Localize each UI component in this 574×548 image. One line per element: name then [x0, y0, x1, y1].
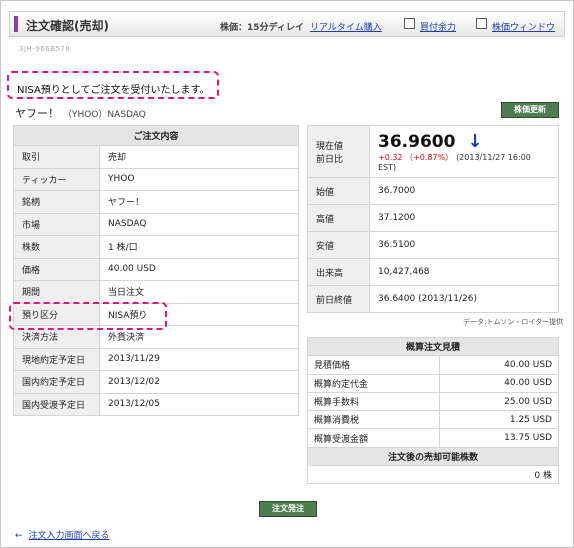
estimate-row-value: 25.00 USD: [438, 391, 560, 412]
order-row-value: ヤフー！: [99, 190, 299, 214]
sellable-value: 0 株: [307, 465, 559, 485]
price-delay-label: 株価：15分ディレイ: [220, 23, 304, 33]
order-row-value: 2013/11/29: [99, 347, 299, 371]
page-title: 注文確認(売却): [26, 19, 109, 33]
estimate-row-value: 1.25 USD: [438, 410, 560, 430]
account-id: 3JH-966B578: [19, 45, 71, 53]
order-row-label: ティッカー: [13, 167, 100, 191]
quote-row-label: 出来高: [307, 258, 370, 286]
quote-row: 高値 37.1200: [307, 204, 559, 232]
buying-power-link[interactable]: 買付余力: [420, 20, 456, 33]
order-row-label: 価格: [13, 257, 100, 281]
quote-row: 安値 36.5100: [307, 231, 559, 259]
order-row-value: NASDAQ: [99, 212, 299, 236]
header-accent-bar: [14, 16, 18, 32]
order-row: 現地約定予定日 2013/11/29: [13, 347, 299, 371]
back-link-label: 注文入力画面へ戻る: [28, 531, 110, 541]
back-arrow-icon: ←: [15, 531, 23, 541]
down-arrow-icon: ↓: [467, 130, 483, 152]
quote-row-value: 10,427,468: [369, 258, 559, 286]
order-row-value: 40.00 USD: [99, 257, 299, 281]
price-window-link[interactable]: 株価ウィンドウ: [492, 20, 555, 33]
quote-price-cell: 36.9600 ↓ +0.32 （+0.87%） (2013/11/27 16:0…: [369, 125, 559, 178]
quote-row: 始値 36.7000: [307, 177, 559, 205]
estimate-row-label: 見積価格: [307, 355, 440, 375]
order-row: 銘柄 ヤフー！: [13, 190, 299, 214]
order-row-value: 当日注文: [99, 280, 299, 304]
buying-power-icon: [404, 18, 415, 29]
estimate-row-value: 40.00 USD: [438, 355, 560, 375]
stock-title: ヤフー！ （YHOO）NASDAQ: [15, 105, 146, 121]
estimate-row: 概算消費税 1.25 USD: [307, 410, 560, 430]
order-row: 株数 1 株/口: [13, 235, 299, 259]
estimate-row-value: 13.75 USD: [438, 428, 560, 448]
quote-row-value: 36.6400 (2013/11/26): [369, 285, 559, 313]
deposit-type-highlight: [9, 302, 167, 330]
order-row: ティッカー YHOO: [13, 167, 299, 191]
sellable-caption: 注文後の売却可能株数: [307, 446, 559, 467]
quote-row-value: 36.5100: [369, 231, 559, 259]
order-row-label: 取引: [13, 145, 100, 169]
quote-row-label: 高値: [307, 204, 370, 232]
estimate-row: 概算受渡金額 13.75 USD: [307, 428, 560, 448]
estimate-row-value: 40.00 USD: [438, 373, 560, 393]
order-row-label: 国内受渡予定日: [13, 392, 100, 416]
quote-row-value: 37.1200: [369, 204, 559, 232]
order-row-value: 2013/12/05: [99, 392, 299, 416]
stock-code: （YHOO）NASDAQ: [63, 110, 146, 120]
estimate-row: 概算約定代金 40.00 USD: [307, 373, 560, 393]
back-link[interactable]: ← 注文入力画面へ戻る: [15, 528, 110, 541]
order-confirm-page: 注文確認(売却) 株価：15分ディレイ リアルタイム購入 買付余力 株価ウィンド…: [0, 0, 574, 548]
order-row-label: 株数: [13, 235, 100, 259]
realtime-buy-link[interactable]: リアルタイム購入: [310, 20, 382, 33]
nisa-notice-text: NISA預りとしてご注文を受付いたします。: [17, 85, 210, 96]
quote-row: 前日終値 36.6400 (2013/11/26): [307, 285, 559, 313]
estimate-row-label: 概算消費税: [307, 410, 440, 430]
quote-row-label: 安値: [307, 231, 370, 259]
data-source: データ:トムソン・ロイター提供: [463, 318, 564, 326]
order-row-label: 市場: [13, 212, 100, 236]
order-row: 国内受渡予定日 2013/12/05: [13, 392, 299, 416]
estimate-row: 概算手数料 25.00 USD: [307, 391, 560, 412]
quote-row-label: 前日終値: [307, 285, 370, 313]
order-row-label: 期間: [13, 280, 100, 304]
price-change: +0.32 （+0.87%）: [378, 152, 454, 162]
order-row: 価格 40.00 USD: [13, 257, 299, 281]
order-row-label: 銘柄: [13, 190, 100, 214]
nisa-notice: NISA預りとしてご注文を受付いたします。: [7, 71, 219, 99]
order-row: 国内約定予定日 2013/12/02: [13, 370, 299, 394]
order-row-value: 2013/12/02: [99, 370, 299, 394]
order-details-caption: ご注文内容: [13, 125, 299, 146]
page-header: 注文確認(売却) 株価：15分ディレイ リアルタイム購入 買付余力 株価ウィンド…: [9, 11, 565, 37]
order-row-value: YHOO: [99, 167, 299, 191]
quote-table: 現在値 前日比 36.9600 ↓ +0.32 （+0.87%） (2013/11…: [307, 125, 559, 313]
current-price-label: 現在値: [316, 141, 344, 152]
quote-labels: 現在値 前日比: [307, 125, 370, 178]
submit-order-button[interactable]: 注文発注: [259, 501, 317, 517]
estimate-table: 概算注文見積 見積価格 40.00 USD 概算約定代金 40.00 USD 概算手数料…: [307, 336, 560, 485]
prev-change-label: 前日比: [316, 154, 344, 165]
estimate-row-label: 概算約定代金: [307, 373, 440, 393]
update-price-button[interactable]: 株価更新: [501, 102, 559, 118]
estimate-row-label: 概算手数料: [307, 391, 440, 412]
order-row-label: 現地約定予定日: [13, 347, 100, 371]
quote-row-label: 始値: [307, 177, 370, 205]
stock-name: ヤフー！: [15, 107, 59, 120]
estimate-caption: 概算注文見積: [307, 336, 559, 357]
estimate-row: 見積価格 40.00 USD: [307, 355, 560, 375]
chart-window-icon: [476, 18, 487, 29]
estimate-row-label: 概算受渡金額: [307, 428, 440, 448]
order-row-label: 国内約定予定日: [13, 370, 100, 394]
order-row: 取引 売却: [13, 145, 299, 169]
order-row-value: 売却: [99, 145, 299, 169]
order-row: 期間 当日注文: [13, 280, 299, 304]
current-price: 36.9600: [378, 131, 456, 152]
quote-row-value: 36.7000: [369, 177, 559, 205]
order-row-value: 1 株/口: [99, 235, 299, 259]
order-details-table: ご注文内容 取引 売却 ティッカー YHOO 銘柄 ヤフー！ 市場 NASDAQ 株数 1 株/口…: [13, 125, 299, 416]
quote-row: 出来高 10,427,468: [307, 258, 559, 286]
order-row: 市場 NASDAQ: [13, 212, 299, 236]
